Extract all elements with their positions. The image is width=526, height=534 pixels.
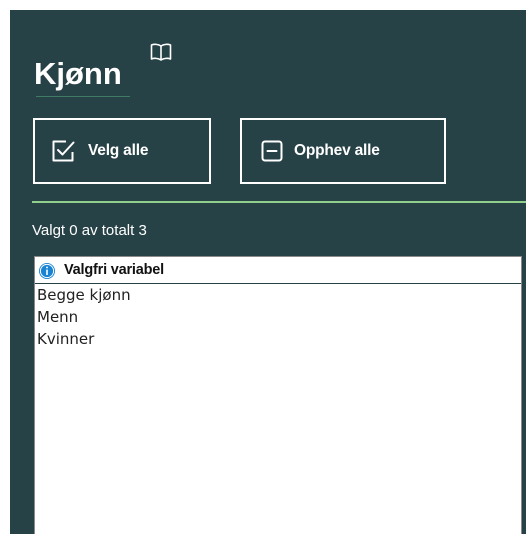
checkbox-minus-icon	[261, 140, 283, 162]
variable-title: Kjønn	[34, 56, 122, 91]
values-listbox[interactable]: Valgfri variabel Begge kjønn Menn Kvinne…	[34, 256, 522, 534]
checkbox-checked-icon	[52, 140, 75, 162]
section-divider	[32, 201, 526, 203]
list-item[interactable]: Kvinner	[35, 328, 521, 350]
list-header-label: Valgfri variabel	[64, 262, 164, 278]
selection-count: Valgt 0 av totalt 3	[32, 222, 147, 239]
list-item[interactable]: Menn	[35, 306, 521, 328]
options-list: Begge kjønn Menn Kvinner	[35, 284, 521, 350]
list-header: Valgfri variabel	[35, 257, 521, 284]
select-all-button[interactable]: Velg alle	[33, 118, 211, 184]
list-item[interactable]: Begge kjønn	[35, 284, 521, 306]
title-underline	[36, 96, 130, 97]
select-all-label: Velg alle	[88, 142, 149, 159]
deselect-all-button[interactable]: Opphev alle	[240, 118, 446, 184]
book-open-icon[interactable]	[150, 42, 172, 62]
info-circle-icon[interactable]	[38, 262, 56, 280]
deselect-all-label: Opphev alle	[294, 142, 380, 159]
variable-panel: Kjønn Velg alle Opphev alle Valgt 0 av t…	[10, 10, 526, 534]
